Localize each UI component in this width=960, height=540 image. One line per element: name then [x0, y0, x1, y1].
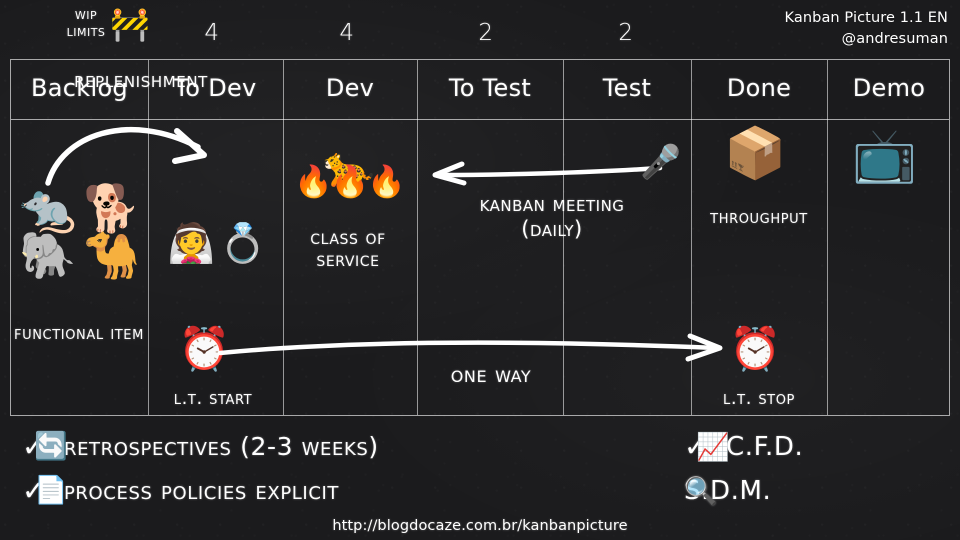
dog-icon: 🐕: [83, 181, 141, 235]
throughput-label: Throughput: [710, 207, 808, 228]
footer: ✓ Retrospectives (2-3 Weeks) 🔄 ✓ Process…: [0, 424, 960, 540]
construction-barrier-icon: 🚧: [110, 5, 150, 43]
microphone-icon: 🎤: [640, 142, 682, 181]
kanban-meeting-line2: (Daily): [521, 216, 583, 241]
to-dev-icons: 👰 💍: [158, 224, 276, 262]
camel-icon: 🐪: [83, 227, 141, 282]
class-of-service-label: Class of Service: [310, 225, 386, 272]
footer-item-cfd: ✓ C.F.D. 📈: [684, 432, 803, 462]
lead-time-start-label: L.T. Start: [173, 388, 253, 409]
column-header-to-test[interactable]: To Test: [417, 74, 563, 106]
brand-title: Kanban Picture 1.1 EN: [784, 10, 948, 26]
one-way-arrow-icon: [217, 333, 723, 362]
bride-icon: 👰: [167, 221, 215, 265]
footer-item-sdm: 🔍 S.D.M.: [684, 476, 771, 506]
magnifying-glass-icon: 🔍: [684, 475, 718, 507]
footer-item-retrospectives-label: Retrospectives (2-3 Weeks): [63, 432, 379, 461]
kanban-meeting-line1: Kanban Meeting: [479, 192, 625, 216]
column-header-done[interactable]: Done: [691, 74, 827, 106]
television-icon: 📺: [852, 126, 917, 186]
lead-time-stop-label: L.T. Stop: [722, 388, 795, 409]
fire-icon: 🔥🔥🔥: [294, 164, 406, 200]
class-of-service-icons: 🐆 🔥🔥🔥: [290, 147, 408, 198]
column-header-dev[interactable]: Dev: [283, 74, 417, 106]
footer-item-process-policies-label: Process Policies Explicit: [63, 476, 339, 505]
wip-limit-test: 2: [618, 20, 634, 46]
footer-item-process-policies: ✓ Process Policies Explicit 📄: [22, 476, 339, 505]
package-icon: 📦: [724, 124, 787, 182]
wip-limit-to-dev: 4: [204, 20, 220, 46]
kanban-meeting-label: Kanban Meeting (Daily): [412, 192, 692, 242]
ring-icon: 💍: [219, 221, 267, 265]
elephant-icon: 🐘: [19, 227, 77, 282]
functional-item-label: Functional Item: [14, 322, 144, 344]
one-way-label: One Way: [450, 362, 532, 388]
brand-handle: @andresuman: [841, 31, 948, 48]
footer-item-retrospectives: ✓ Retrospectives (2-3 Weeks) 🔄: [22, 432, 379, 461]
wip-limit-dev: 4: [339, 20, 355, 46]
chart-increasing-icon: 📈: [696, 431, 730, 463]
document-icon: 📄: [34, 475, 68, 506]
kanban-picture-board: WIP Limits 🚧 4 4 2 2 Kanban Picture 1.1 …: [0, 0, 960, 540]
replenishment-arrow-icon: [45, 126, 207, 186]
lead-time-stop-clock-icon: ⏰: [729, 324, 782, 373]
column-header-test[interactable]: Test: [563, 74, 691, 106]
footer-item-cfd-label: C.F.D.: [725, 432, 804, 462]
functional-item-icons: 🐀 🐕 🐘 🐪: [14, 185, 146, 279]
kanban-meeting-arrow-icon: [432, 161, 663, 186]
footer-url[interactable]: http://blogdocaze.com.br/kanbanpicture: [0, 518, 960, 534]
replenishment-label: Replenishment: [74, 68, 208, 93]
refresh-cycle-icon: 🔄: [34, 431, 68, 462]
rat-icon: 🐀: [19, 181, 77, 235]
column-header-demo[interactable]: Demo: [827, 74, 951, 106]
wip-limit-to-test: 2: [478, 20, 494, 46]
brand-block: Kanban Picture 1.1 EN @andresuman: [785, 8, 948, 50]
